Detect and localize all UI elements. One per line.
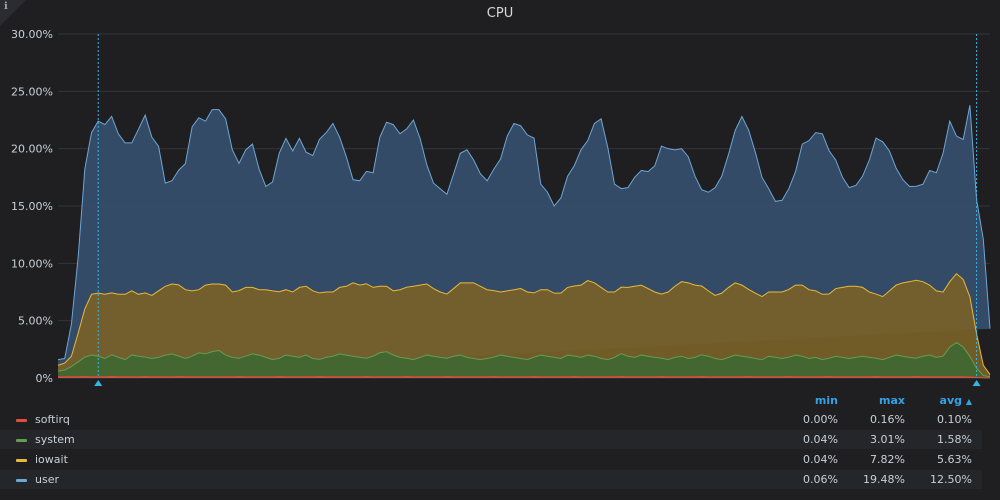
- legend-max-value: 0.16%: [870, 413, 905, 426]
- y-tick-label: 15.00%: [11, 200, 53, 213]
- legend-swatch-icon[interactable]: [16, 419, 27, 422]
- y-tick-label: 25.00%: [11, 85, 53, 98]
- legend-row-iowait[interactable]: iowait 0.04% 7.82% 5.63%: [0, 450, 982, 469]
- legend-min-value: 0.04%: [803, 433, 838, 446]
- legend-series-name[interactable]: user: [35, 473, 59, 486]
- y-tick-label: 20.00%: [11, 143, 53, 156]
- y-tick-label: 30.00%: [11, 28, 53, 41]
- cpu-chart: 0% 5.00% 10.00% 15.00% 20.00% 25.00% 30.00%: [11, 28, 991, 386]
- legend-swatch-icon[interactable]: [16, 459, 27, 462]
- chart-areas: [57, 105, 991, 379]
- legend-avg-value: 12.50%: [930, 473, 972, 486]
- legend-avg-value: 5.63%: [937, 453, 972, 466]
- y-tick-label: 0%: [36, 372, 53, 385]
- sort-indicator-icon[interactable]: ▲: [956, 397, 972, 406]
- annotation-marker-icon: [972, 380, 981, 386]
- legend-col-avg[interactable]: avg: [892, 394, 962, 407]
- legend-header: min max avg ▲: [0, 392, 1000, 410]
- legend-max-value: 7.82%: [870, 453, 905, 466]
- cpu-panel: ℹ CPU 0% 5.00% 10.00% 15.00% 20.00% 25.00% 30.…: [0, 0, 1000, 500]
- legend-avg-value: 1.58%: [937, 433, 972, 446]
- legend-series-name[interactable]: iowait: [35, 453, 68, 466]
- legend-min-value: 0.04%: [803, 453, 838, 466]
- legend-swatch-icon[interactable]: [16, 439, 27, 442]
- y-tick-label: 10.00%: [11, 257, 53, 270]
- annotation-marker-icon: [94, 380, 103, 386]
- legend-swatch-icon[interactable]: [16, 479, 27, 482]
- legend-min-value: 0.06%: [803, 473, 838, 486]
- legend-avg-value: 0.10%: [937, 413, 972, 426]
- legend-col-min[interactable]: min: [768, 394, 838, 407]
- legend-series-name[interactable]: system: [35, 433, 75, 446]
- y-axis: 0% 5.00% 10.00% 15.00% 20.00% 25.00% 30.00%: [11, 28, 53, 385]
- legend-min-value: 0.00%: [803, 413, 838, 426]
- legend-row-user[interactable]: user 0.06% 19.48% 12.50%: [0, 470, 982, 489]
- legend-max-value: 3.01%: [870, 433, 905, 446]
- legend-row-softirq[interactable]: softirq 0.00% 0.16% 0.10%: [0, 410, 982, 429]
- y-tick-label: 5.00%: [18, 315, 53, 328]
- legend-row-system[interactable]: system 0.04% 3.01% 1.58%: [0, 430, 982, 449]
- legend-max-value: 19.48%: [863, 473, 905, 486]
- legend-series-name[interactable]: softirq: [35, 413, 70, 426]
